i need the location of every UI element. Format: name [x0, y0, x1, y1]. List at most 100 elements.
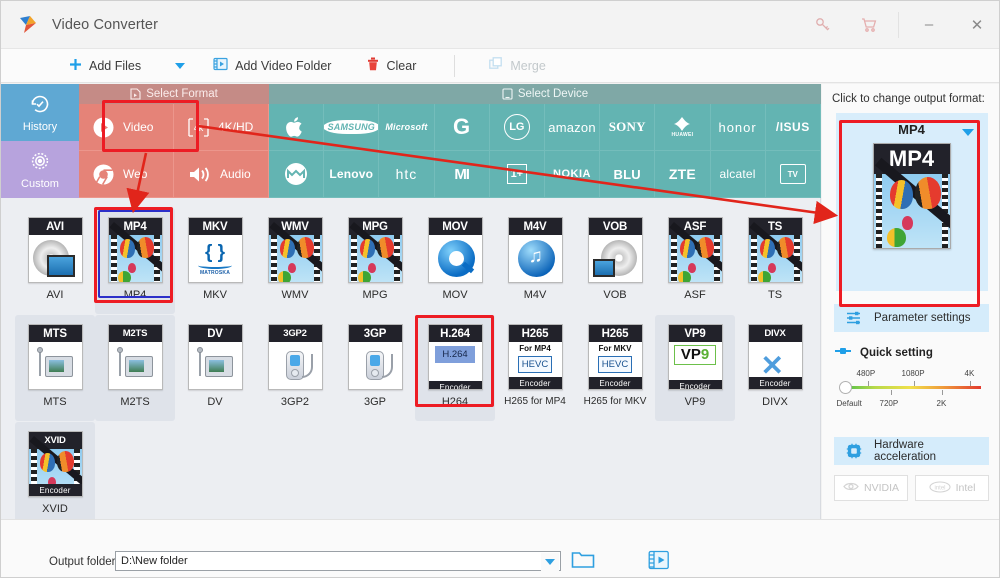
select-device-header-label: Select Device	[517, 88, 589, 100]
format-tile-vp9-art: VP9	[674, 345, 716, 365]
device-huawei[interactable]: HUAWEI	[655, 104, 711, 151]
output-folder-input[interactable]: D:\New folder	[115, 551, 561, 571]
app-logo-icon	[17, 14, 39, 36]
chevron-down-icon[interactable]	[175, 62, 186, 69]
format-tile-h265-mkv[interactable]: H265 For MKV HEVC Encoder H265 for MKV	[575, 315, 655, 421]
format-tile-3gp[interactable]: 3GP 3GP	[335, 315, 415, 421]
quick-setting-row[interactable]: Quick setting	[834, 346, 999, 359]
close-button[interactable]: ✕	[953, 1, 999, 48]
minimize-button[interactable]: –	[905, 1, 953, 48]
format-tile-mts-thumb: MTS	[27, 324, 83, 390]
device-lenovo[interactable]: Lenovo	[324, 151, 380, 198]
format-tile-wmv-label: WMV	[281, 289, 309, 301]
format-tile-m2ts-thumb: M2TS	[107, 324, 163, 390]
output-format-preview[interactable]: MP4 MP4	[835, 113, 988, 291]
format-tile-mkv[interactable]: MKV { } MATROSKA MKV	[175, 208, 255, 314]
quality-slider-track[interactable]	[844, 386, 981, 389]
device-motorola[interactable]	[269, 151, 325, 198]
format-tile-m2ts-label: M2TS	[120, 396, 150, 408]
sidebar-item-custom[interactable]: Custom	[1, 141, 79, 198]
format-tile-dv[interactable]: DV DV	[175, 315, 255, 421]
format-tile-wmv[interactable]: WMV WMV	[255, 208, 335, 314]
add-video-folder-button[interactable]: Add Video Folder	[213, 49, 331, 83]
format-tile-3gp-thumb: 3GP	[347, 324, 403, 390]
device-brand-grid: SAMSUNG Microsoft G LG amazon SONY HUAWE…	[269, 104, 821, 198]
device-amazon[interactable]: amazon	[544, 104, 601, 151]
key-icon[interactable]	[800, 1, 846, 48]
slider-label-1080p: 1080P	[901, 369, 925, 378]
format-tile-dv-cap: DV	[188, 325, 242, 342]
device-samsung[interactable]: SAMSUNG	[324, 104, 380, 151]
format-tile-mpg[interactable]: MPG MPG	[335, 208, 415, 314]
toolbar-divider	[454, 54, 456, 77]
device-zte[interactable]: ZTE	[655, 151, 711, 198]
sidebar-item-history[interactable]: History	[1, 84, 79, 141]
device-apple[interactable]	[269, 104, 325, 151]
gpu-chip-nvidia[interactable]: NVIDIA	[834, 475, 908, 501]
format-tile-vob[interactable]: VOB VOB	[575, 208, 655, 314]
format-tile-dv-thumb: DV	[187, 324, 243, 390]
format-tile-avi[interactable]: AVI AVI	[15, 208, 95, 314]
open-media-folder-button[interactable]	[648, 549, 670, 576]
browse-folder-button[interactable]	[571, 550, 595, 575]
parameter-settings-button[interactable]: Parameter settings	[834, 304, 989, 332]
format-tile-mts[interactable]: MTS MTS	[15, 315, 95, 421]
device-lenovo-label: Lenovo	[329, 167, 374, 181]
format-row-3: XVID Encoder XVID	[15, 422, 820, 528]
chevron-down-icon[interactable]	[961, 129, 974, 136]
device-tv[interactable]: TV	[765, 151, 821, 198]
format-tile-ts-thumb: TS	[747, 217, 803, 283]
device-asus[interactable]: /ISUS	[765, 104, 821, 151]
hardware-acceleration-button[interactable]: Hardware acceleration	[834, 437, 989, 465]
format-tile-dv-label: DV	[207, 396, 223, 408]
format-tile-m2ts-cap: M2TS	[108, 325, 162, 342]
format-tile-mkv-cap: MKV	[188, 218, 242, 235]
format-tile-mpg-thumb: MPG	[347, 217, 403, 283]
quality-slider[interactable]: 480P 1080P 4K Default 720P 2K	[837, 369, 987, 415]
device-oneplus[interactable]: 1+	[489, 151, 545, 198]
clear-button[interactable]: Clear	[367, 49, 416, 83]
device-microsoft-label: Microsoft	[385, 122, 428, 132]
chevron-down-icon[interactable]	[541, 553, 559, 571]
device-microsoft[interactable]: Microsoft	[379, 104, 435, 151]
device-honor[interactable]: honor	[710, 104, 766, 151]
format-tile-mov[interactable]: MOV MOV	[415, 208, 495, 314]
format-tile-divx[interactable]: DIVX ✕ Encoder DIVX	[735, 315, 815, 421]
format-tile-m4v[interactable]: M4V ♫ M4V	[495, 208, 575, 314]
format-cell-video[interactable]: Video	[79, 104, 174, 151]
format-tile-h265-mkv-label: H265 for MKV	[583, 396, 647, 407]
format-tile-ts[interactable]: TS TS	[735, 208, 815, 314]
format-tile-h265-mp4[interactable]: H265 For MP4 HEVC Encoder H265 for MP4	[495, 315, 575, 421]
format-tile-vp9-cap: VP9	[668, 325, 722, 342]
format-tile-h265-mp4-encoder: Encoder	[508, 377, 562, 389]
format-tile-3gp2[interactable]: 3GP2 3GP2	[255, 315, 335, 421]
device-lg[interactable]: LG	[489, 104, 545, 151]
format-tile-h264[interactable]: H.264 H.264 Encoder H264	[415, 315, 495, 421]
cart-icon[interactable]	[846, 1, 892, 48]
quality-slider-knob[interactable]	[838, 381, 852, 394]
device-google[interactable]: G	[434, 104, 490, 151]
format-cell-audio[interactable]: Audio	[174, 151, 269, 198]
format-tile-xvid[interactable]: XVID Encoder XVID	[15, 422, 95, 528]
format-tile-asf[interactable]: ASF ASF	[655, 208, 735, 314]
device-sony[interactable]: SONY	[600, 104, 656, 151]
device-nokia[interactable]: NOKIA	[544, 151, 601, 198]
video-converter-window: Video Converter – ✕ Add Files Add Video …	[0, 0, 1000, 578]
format-tile-vp9[interactable]: VP9 VP9 Encoder VP9	[655, 315, 735, 421]
format-tile-mp4[interactable]: MP4 MP4	[95, 208, 175, 314]
format-cell-web[interactable]: Web	[79, 151, 174, 198]
format-tile-asf-thumb: ASF	[667, 217, 723, 283]
device-blu[interactable]: BLU	[600, 151, 656, 198]
format-tile-m2ts[interactable]: M2TS M2TS	[95, 315, 175, 421]
format-tile-xvid-encoder: Encoder	[28, 484, 82, 496]
device-htc[interactable]: htc	[379, 151, 435, 198]
format-cell-4khd[interactable]: 4k 4K/HD	[174, 104, 269, 151]
device-alcatel[interactable]: alcatel	[710, 151, 766, 198]
gpu-chip-intel[interactable]: intel Intel	[915, 475, 989, 501]
sliders-icon	[846, 311, 862, 325]
trash-icon	[367, 57, 379, 74]
format-tile-h265-mp4-label: H265 for MP4	[504, 396, 566, 407]
add-files-button[interactable]: Add Files	[69, 49, 141, 83]
device-lg-label: LG	[503, 114, 530, 140]
device-xiaomi[interactable]: MI	[434, 151, 490, 198]
